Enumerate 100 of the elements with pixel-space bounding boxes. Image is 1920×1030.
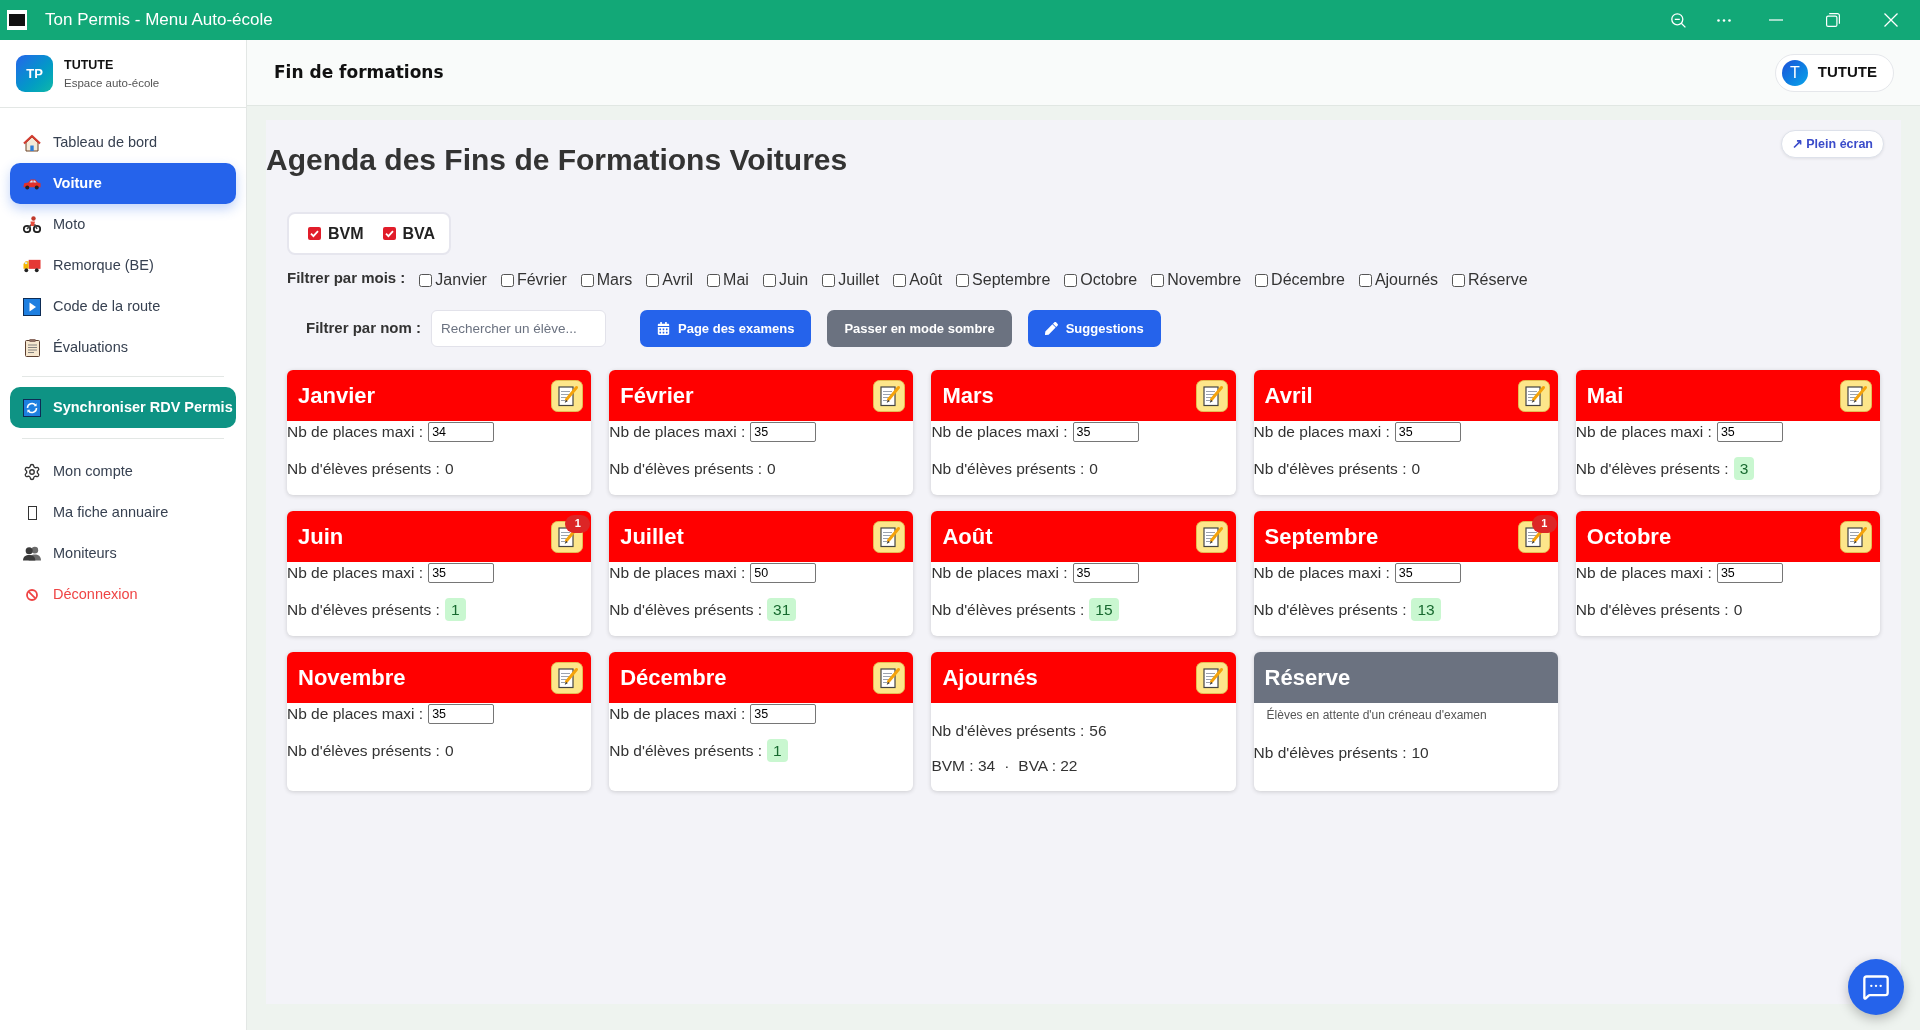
notepad-pencil-icon[interactable] [1840,379,1872,412]
brand-name: TUTUTE [64,56,115,73]
checkbox-label[interactable]: Novembre [1167,268,1242,292]
logo: TP [16,55,53,92]
restore-icon[interactable] [1826,13,1840,27]
places-input[interactable]: 35 [428,704,495,724]
notepad-pencil-icon[interactable] [551,661,584,694]
sidebar-item[interactable]: Déconnexion [10,574,236,615]
places-input[interactable]: 35 [1716,422,1783,442]
checkbox[interactable] [822,273,836,287]
checkbox-label[interactable]: Octobre [1080,268,1138,292]
checkbox[interactable] [762,273,776,287]
card-title: Mars [942,382,994,410]
checkbox[interactable] [707,273,721,287]
notepad-pencil-icon[interactable] [873,661,906,694]
checkbox[interactable] [893,273,907,287]
sidebar-item[interactable]: Remorque (BE) [10,245,236,286]
places-input[interactable]: 34 [428,422,495,442]
checkbox[interactable] [1255,273,1269,287]
places-label: Nb de places maxi : [287,422,424,443]
places-label: Nb de places maxi : [609,704,746,725]
notepad-pencil-icon[interactable] [873,520,906,553]
checkbox[interactable] [1064,273,1078,287]
present-label: Nb d'élèves présents : [609,740,763,761]
action-button[interactable]: Suggestions [1027,310,1161,347]
places-input[interactable]: 50 [750,563,817,583]
notepad-pencil-icon[interactable] [1517,379,1550,412]
fullscreen-button[interactable]: ↗ Plein écran [1780,130,1884,158]
close-icon[interactable] [1884,13,1898,27]
sidebar-item[interactable]: Mon compte [10,451,236,492]
user-menu-button[interactable]: T TUTUTE [1774,53,1894,92]
places-label: Nb de places maxi : [1253,422,1390,443]
notepad-pencil-icon[interactable] [1195,379,1228,412]
checkbox-label[interactable]: Ajournés [1374,268,1439,292]
action-button[interactable]: Passer en mode sombre [827,310,1012,347]
notepad-pencil-icon[interactable] [1840,520,1872,553]
checkbox-label[interactable]: Avril [662,268,694,292]
more-icon[interactable] [1717,18,1731,22]
checkbox-label[interactable]: Janvier [435,268,487,292]
places-input[interactable]: 35 [1716,563,1783,583]
notepad-pencil-icon[interactable] [873,379,906,412]
checkbox-label[interactable]: Août [909,268,943,292]
checkbox[interactable] [1452,273,1466,287]
sidebar-item[interactable]: Code de la route [10,286,236,327]
reserve-note: Élèves en attente d'un créneau d'examen [1265,707,1488,723]
chat-bubble-icon [1862,973,1890,1001]
checkbox[interactable] [500,273,514,287]
checkbox-label[interactable]: BVM [328,221,364,246]
card-title: Réserve [1264,664,1351,692]
checkbox-label[interactable]: Septembre [972,268,1051,292]
checkbox[interactable] [382,227,396,240]
card-title: Septembre [1264,523,1379,551]
sidebar-item[interactable]: Ma fiche annuaire [10,492,236,533]
places-input[interactable]: 35 [750,704,817,724]
present-label: Nb d'élèves présents : [287,458,440,479]
checkbox[interactable] [646,273,660,287]
checkbox-label[interactable]: Février [516,268,567,292]
clipboard-icon [24,338,40,357]
window-title: Ton Permis - Menu Auto-école [45,9,273,32]
zoom-out-icon[interactable] [1670,12,1686,28]
calendar-icon [657,322,670,335]
checkbox-label[interactable]: BVA [402,221,436,246]
present-label: Nb d'élèves présents : [931,720,1085,741]
checkbox-label[interactable]: Juin [778,268,809,292]
sidebar-item[interactable]: Synchroniser RDV Permis [10,387,236,428]
present-label: Nb d'élèves présents : [931,599,1085,620]
checkbox[interactable] [956,273,970,287]
card-title: Ajournés [942,664,1038,692]
checkbox-label[interactable]: Juillet [838,268,880,292]
checkbox-label[interactable]: Décembre [1271,268,1345,292]
places-input[interactable]: 35 [1394,563,1461,583]
sidebar-item[interactable]: Moto [10,204,236,245]
notepad-pencil-icon[interactable] [1195,661,1228,694]
places-input[interactable]: 35 [750,422,817,442]
checkbox[interactable] [580,273,594,287]
people-icon [23,546,41,561]
present-label: Nb d'élèves présents : [1253,742,1407,763]
places-input[interactable]: 35 [1072,422,1139,442]
card-title: Juin [298,523,344,551]
checkbox-label[interactable]: Réserve [1468,268,1528,292]
sidebar-item[interactable]: Moniteurs [10,533,236,574]
notepad-pencil-icon[interactable] [551,379,584,412]
places-input[interactable]: 35 [1394,422,1461,442]
checkbox[interactable] [1151,273,1165,287]
checkbox[interactable] [308,227,321,240]
places-input[interactable]: 35 [1072,563,1139,583]
places-label: Nb de places maxi : [1253,563,1390,584]
checkbox[interactable] [419,273,433,287]
sidebar-item[interactable]: Évaluations [10,327,236,368]
action-button[interactable]: Page des examens [640,310,812,347]
sidebar-item[interactable]: Tableau de bord [10,122,236,163]
checkbox-label[interactable]: Mars [596,268,633,292]
present-label: Nb d'élèves présents : [609,599,763,620]
checkbox[interactable] [1358,273,1372,287]
search-field[interactable]: Rechercher un élève... [431,310,606,347]
places-input[interactable]: 35 [428,563,495,583]
pencil-icon [1044,322,1058,335]
checkbox-label[interactable]: Mai [723,268,749,292]
gear-icon [23,462,41,481]
notepad-pencil-icon[interactable] [1195,520,1228,553]
